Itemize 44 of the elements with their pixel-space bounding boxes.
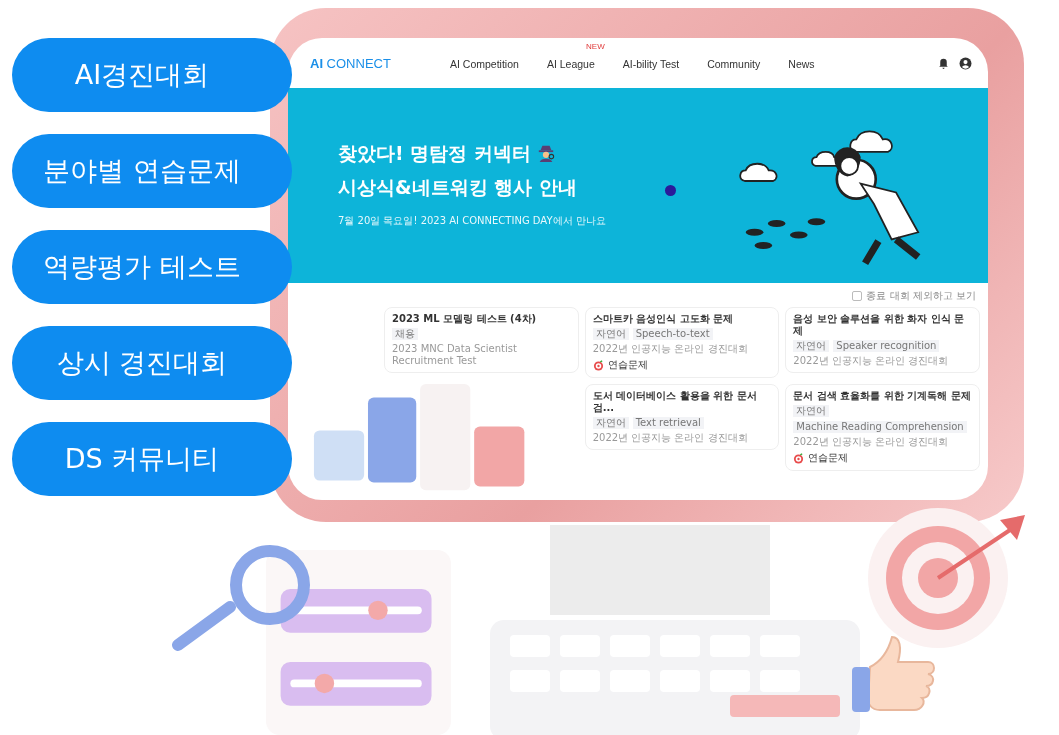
nav-link[interactable]: AI League	[546, 58, 595, 70]
tag-chip: Text retrieval	[632, 417, 704, 429]
filter-label: 종료 대회 제외하고 보기	[866, 289, 976, 303]
practice-label: 연습문제	[808, 451, 849, 465]
card-title: 문서 검색 효율화를 위한 기계독해 문제	[793, 390, 972, 402]
card-source: 2022년 인공지능 온라인 경진대회	[592, 343, 749, 355]
user-icon[interactable]	[959, 56, 972, 70]
nav-link[interactable]: AI Competition	[450, 58, 519, 70]
new-label: NEW	[586, 42, 605, 51]
tag-chip: Speaker recognition	[833, 340, 940, 352]
card-title: 음성 보안 솔루션을 위한 화자 인식 문제	[793, 313, 966, 337]
competition-card[interactable]: 스마트카 음성인식 고도화 문제 자연어 Speech-to-text 2022년 인공지능 온라인 경진대회 연습문제	[584, 307, 780, 378]
card-source: 2022년 인공지능 온라인 경진대회	[592, 432, 749, 444]
filter-checkbox[interactable]	[852, 291, 863, 301]
card-title: 스마트카 음성인식 고도화 문제	[592, 313, 735, 325]
banner-subtitle: 7월 20일 목요일! 2023 AI CONNECTING DAY에서 만나요	[338, 213, 606, 228]
target-icon	[592, 359, 604, 371]
competition-card[interactable]: 문서 검색 효율화를 위한 기계독해 문제 자연어 Machine Reading Comprehension 2022년 인공지능 온라인 경진대회 연습문제	[785, 384, 980, 471]
competition-card[interactable]: 2023 ML 모델링 테스트 (4차) 채용 2023 MNC Data Scientist Recruitment Test	[384, 307, 579, 373]
tag-chip: 자연어	[592, 417, 629, 429]
tag-chip: Speech-to-text	[632, 328, 713, 340]
tag-chip: 자연어	[592, 328, 629, 340]
competition-card[interactable]: 도서 데이터베이스 활용을 위한 문서 검... 자연어 Text retrieval 2022년 인공지능 온라인 경진대회	[584, 384, 780, 450]
card-source: 2023 MNC Data Scientist Recruitment Test	[392, 343, 518, 367]
banner-title: 찾았다! 명탐정 커넥터	[338, 140, 531, 166]
card-title: 2023 ML 모델링 테스트 (4차)	[392, 313, 538, 325]
competition-card[interactable]: 음성 보안 솔루션을 위한 화자 인식 문제 자연어 Speaker recognition 2022년 인공지능 온라인 경진대회	[785, 307, 980, 373]
practice-label: 연습문제	[607, 358, 648, 372]
card-source: 2022년 인공지능 온라인 경진대회	[793, 355, 950, 367]
nav-link[interactable]: Community	[707, 58, 761, 70]
site-logo[interactable]: AI CONNECT	[310, 55, 450, 71]
nav-link[interactable]: News	[788, 58, 815, 70]
tag-chip: 채용	[392, 328, 418, 340]
bell-icon[interactable]	[937, 56, 950, 70]
tag-chip: Machine Reading Comprehension	[793, 421, 967, 433]
detective-emoji-icon	[536, 143, 555, 162]
card-title: 도서 데이터베이스 활용을 위한 문서 검...	[592, 390, 758, 414]
tag-chip: 자연어	[793, 405, 830, 417]
target-icon	[793, 452, 805, 464]
card-source: 2022년 인공지능 온라인 경진대회	[793, 436, 950, 448]
nav-link[interactable]: AI-bility Test	[622, 58, 680, 70]
carousel-dot[interactable]	[665, 185, 676, 196]
banner-title: 시상식&네트워킹 행사 안내	[338, 174, 577, 200]
tag-chip: 자연어	[793, 340, 830, 352]
